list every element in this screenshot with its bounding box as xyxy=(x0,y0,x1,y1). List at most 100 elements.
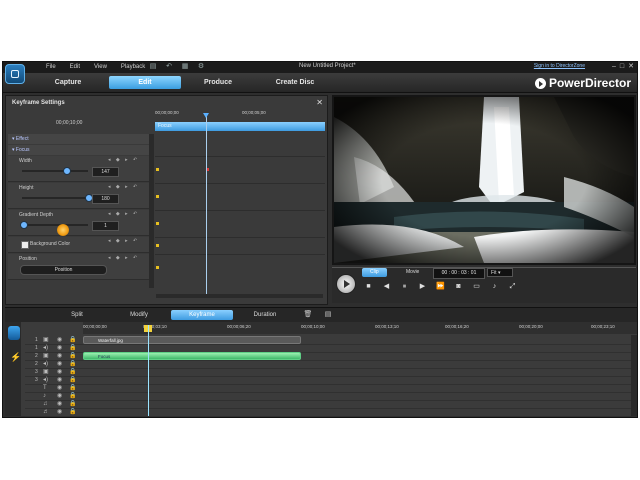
tab-create-disc[interactable]: Create Disc xyxy=(265,76,325,89)
slider-knob[interactable] xyxy=(20,221,29,229)
more-icon[interactable]: ▤ xyxy=(323,310,333,320)
signin-link[interactable]: Sign in to DirectorZone xyxy=(534,63,585,69)
next-frame-icon[interactable]: ▶ xyxy=(418,282,427,291)
close-button[interactable]: ✕ xyxy=(628,63,634,71)
duration-button[interactable]: Duration xyxy=(243,310,287,320)
track-label: Focus xyxy=(158,123,172,129)
storyboard-icon[interactable] xyxy=(8,326,20,340)
ruler-tick: 00;00;23;10 xyxy=(591,324,615,329)
trash-icon[interactable]: 🗑 xyxy=(303,310,313,320)
save-icon[interactable]: ▤ xyxy=(149,63,157,71)
settings-icon[interactable]: ⚙ xyxy=(197,63,205,71)
keyframe-marker[interactable] xyxy=(156,195,159,198)
preview-window xyxy=(332,95,636,265)
tab-produce[interactable]: Produce xyxy=(193,76,243,89)
snapshot-icon[interactable]: ◙ xyxy=(454,282,463,291)
timeline-ruler[interactable]: 00;00;00;00 00;00;03;10 00;00;06;20 00;0… xyxy=(83,322,637,334)
keyframe-nav-icon[interactable]: ◂ ◆ ▸ ↶ xyxy=(108,157,139,163)
clip-mode-tab[interactable]: Clip xyxy=(362,268,387,277)
section-focus[interactable]: ▾ Focus xyxy=(8,145,149,155)
width-value[interactable]: 147 xyxy=(92,167,119,177)
play-icon[interactable] xyxy=(336,274,356,294)
fullscreen-icon[interactable]: ⤢ xyxy=(508,282,517,291)
gradient-depth-slider[interactable] xyxy=(20,221,88,229)
tab-edit[interactable]: Edit xyxy=(109,76,181,89)
keyframe-grid[interactable] xyxy=(155,134,325,284)
mouse-cursor-highlight xyxy=(57,224,69,236)
track-row[interactable]: ♬ ◉ 🔒 xyxy=(25,407,637,417)
split-button[interactable]: Split xyxy=(55,310,99,320)
tab-capture[interactable]: Capture xyxy=(43,76,93,89)
brand-logo: PowerDirector xyxy=(534,76,631,90)
brand-name: PowerDirector xyxy=(548,76,631,90)
minimize-button[interactable]: – xyxy=(612,63,616,71)
zoom-select[interactable]: Fit ▾ xyxy=(487,268,513,277)
height-slider[interactable] xyxy=(22,194,93,202)
menu-edit[interactable]: Edit xyxy=(63,63,87,72)
grid-line xyxy=(155,237,325,238)
panel-title: Keyframe Settings xyxy=(12,100,65,106)
keyframe-nav-icon[interactable]: ◂ ◆ ▸ ↶ xyxy=(108,211,139,217)
audio-mixing-icon[interactable]: ⚡ xyxy=(10,352,21,363)
horizontal-scrollbar[interactable] xyxy=(156,294,323,298)
keyframe-nav-icon[interactable]: ◂ ◆ ▸ ↶ xyxy=(108,255,139,261)
gradient-depth-value[interactable]: 1 xyxy=(92,221,119,231)
timeline-playhead[interactable] xyxy=(148,325,149,416)
keyframe-settings-panel: Keyframe Settings ✕ 00;00;10;00 00;00;00… xyxy=(5,95,328,305)
keyframe-playhead[interactable] xyxy=(206,114,207,294)
ruler-tick: 00;00;20;00 xyxy=(519,324,543,329)
keyframe-marker[interactable] xyxy=(156,266,159,269)
timeline-panel: ⚡ 00;00;00;00 00;00;03;10 00;00;06;20 00… xyxy=(5,322,637,417)
movie-mode-tab[interactable]: Movie xyxy=(398,268,427,277)
playhead-handle-icon[interactable] xyxy=(203,113,209,118)
track-type-icon: ♬ xyxy=(43,409,49,415)
property-label: Height xyxy=(19,185,34,191)
background-color-checkbox[interactable] xyxy=(21,241,29,249)
property-position: Position ◂ ◆ ▸ ↶ Position xyxy=(8,254,149,280)
previous-frame-icon[interactable]: ◀ xyxy=(382,282,391,291)
height-value[interactable]: 180 xyxy=(92,194,119,204)
stop-icon[interactable]: ■ xyxy=(364,282,373,291)
waterfall-preview-image xyxy=(334,97,634,263)
section-effect[interactable]: ▾ Effect xyxy=(8,134,149,144)
undo-icon[interactable]: ↶ xyxy=(165,63,173,71)
track-visibility-icon[interactable]: ◉ xyxy=(57,408,62,416)
ruler-tick: 00;00;16;20 xyxy=(445,324,469,329)
modify-button[interactable]: Modify xyxy=(117,310,161,320)
keyframe-marker[interactable] xyxy=(156,244,159,247)
display-icon[interactable]: ▭ xyxy=(472,282,481,291)
ruler-tick: 00;00;06;20 xyxy=(227,324,251,329)
ruler-tick: 00;00;05;00 xyxy=(242,110,266,115)
pause-icon[interactable]: ⏸ xyxy=(400,282,409,291)
keyframe-nav-icon[interactable]: ◂ ◆ ▸ ↶ xyxy=(108,184,139,190)
slider-knob[interactable] xyxy=(62,167,71,175)
menu-playback[interactable]: Playback xyxy=(114,63,152,72)
effect-track-bar[interactable]: Focus xyxy=(155,122,325,131)
mode-bar: Capture Edit Produce Create Disc PowerDi… xyxy=(3,73,637,93)
track-lock-icon[interactable]: 🔒 xyxy=(69,408,76,416)
menu-view[interactable]: View xyxy=(87,63,114,72)
property-height: Height ◂ ◆ ▸ ↶ 180 xyxy=(8,183,149,209)
position-button[interactable]: Position xyxy=(20,265,107,275)
close-icon[interactable]: ✕ xyxy=(316,98,323,107)
layout-icon[interactable]: ▦ xyxy=(181,63,189,71)
grid-line xyxy=(155,156,325,157)
transport-icons: ■ ◀ ⏸ ▶ ⏩ ◙ ▭ ♪ ⤢ xyxy=(364,282,517,291)
grid-line xyxy=(155,210,325,211)
vertical-scrollbar[interactable] xyxy=(149,134,154,288)
width-slider[interactable] xyxy=(22,167,88,175)
timeline-scrollbar[interactable] xyxy=(631,335,637,416)
keyframe-marker[interactable] xyxy=(156,222,159,225)
keyframe-marker[interactable] xyxy=(156,168,159,171)
menu-file[interactable]: File xyxy=(39,63,63,72)
current-time: 00;00;10;00 xyxy=(56,120,83,126)
keyframe-button[interactable]: Keyframe xyxy=(171,310,233,320)
grid-line xyxy=(155,183,325,184)
ruler-tick: 00;00;10;00 xyxy=(301,324,325,329)
maximize-button[interactable]: □ xyxy=(620,63,624,71)
property-background-color: Background Color ◂ ◆ ▸ ↶ xyxy=(8,237,149,253)
fast-forward-icon[interactable]: ⏩ xyxy=(436,282,445,291)
timecode-display[interactable]: 00 : 00 : 03 : 01 xyxy=(433,268,485,279)
volume-icon[interactable]: ♪ xyxy=(490,282,499,291)
keyframe-nav-icon[interactable]: ◂ ◆ ▸ ↶ xyxy=(108,238,139,244)
